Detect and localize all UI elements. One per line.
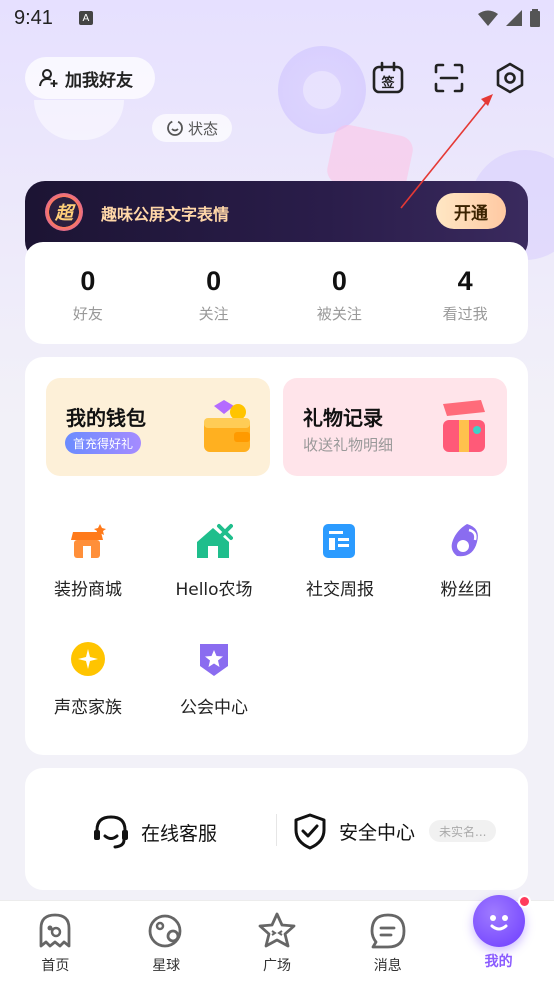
scan-button[interactable]	[431, 60, 467, 96]
gift-record-card[interactable]: 礼物记录 收送礼物明细	[283, 378, 507, 476]
stat-followers[interactable]: 0 被关注	[277, 242, 403, 344]
gift-record-subtitle: 收送礼物明细	[303, 436, 394, 454]
tab-home[interactable]: 首页	[0, 901, 111, 984]
stat-value: 0	[206, 266, 222, 296]
feature-fan-club[interactable]: 粉丝团	[403, 521, 529, 600]
stat-value: 4	[457, 266, 473, 296]
star-square-icon	[257, 911, 297, 951]
status-icons	[478, 9, 540, 27]
add-user-icon	[39, 69, 58, 87]
wallet-icon	[204, 400, 250, 452]
report-icon	[320, 521, 360, 561]
features-card: 我的钱包 首充得好礼 礼物记录 收送礼物明细 装扮商城 Hello农场 社交周报…	[25, 357, 528, 755]
stat-label: 被关注	[316, 305, 362, 323]
feature-label: Hello农场	[175, 580, 253, 600]
notification-dot	[518, 895, 532, 908]
bottom-tab-bar: 首页 星球 广场 消息 我的	[0, 895, 554, 984]
stat-visitors[interactable]: 4 看过我	[402, 242, 528, 344]
status-chip-label: 状态	[187, 119, 218, 138]
online-support-label: 在线客服	[141, 822, 218, 845]
sign-in-calendar-button[interactable]: 签	[370, 60, 406, 96]
decor-ring	[278, 46, 366, 134]
signal-icon	[506, 10, 522, 26]
status-time: 9:41	[14, 6, 53, 29]
verification-status-badge: 未实名...	[429, 820, 497, 842]
status-bar: 9:41 A	[0, 0, 554, 36]
vip-open-button[interactable]: 开通	[436, 193, 506, 229]
shop-icon	[68, 521, 108, 561]
feature-guild-center[interactable]: 公会中心	[151, 639, 277, 718]
tab-messages[interactable]: 消息	[332, 901, 443, 984]
feature-label: 粉丝团	[440, 580, 492, 600]
guild-icon	[194, 639, 234, 679]
family-icon	[68, 639, 108, 679]
headset-icon	[94, 815, 128, 849]
status-chip[interactable]: 状态	[152, 114, 232, 142]
home-ghost-icon	[35, 911, 75, 951]
gift-box-icon	[443, 400, 485, 452]
farm-icon	[194, 521, 234, 561]
tab-planet[interactable]: 星球	[111, 901, 222, 984]
first-charge-badge: 首充得好礼	[65, 432, 142, 454]
stat-friends[interactable]: 0 好友	[25, 242, 151, 344]
add-friend-button[interactable]: 加我好友	[25, 57, 155, 99]
battery-icon	[530, 9, 540, 27]
feature-hello-farm[interactable]: Hello农场	[151, 521, 277, 600]
stat-label: 好友	[72, 305, 103, 323]
tab-label: 消息	[373, 958, 402, 974]
planet-icon	[146, 911, 186, 951]
wallet-card[interactable]: 我的钱包 首充得好礼	[46, 378, 270, 476]
online-support-button[interactable]: 在线客服	[91, 812, 217, 852]
tab-label: 我的	[484, 954, 513, 970]
feature-social-weekly[interactable]: 社交周报	[277, 521, 403, 600]
service-divider	[276, 814, 277, 846]
feature-voice-family[interactable]: 声恋家族	[25, 639, 151, 718]
tab-label: 广场	[262, 958, 291, 974]
me-icon	[472, 895, 525, 947]
security-center-button[interactable]: 安全中心 未实名...	[291, 812, 497, 850]
wallet-title: 我的钱包	[66, 406, 146, 430]
gift-record-title: 礼物记录	[303, 406, 383, 430]
stat-value: 0	[80, 266, 96, 296]
settings-hexagon-icon	[496, 62, 524, 94]
vip-banner-text: 趣味公屏文字表情	[101, 205, 230, 224]
service-card: 在线客服 安全中心 未实名...	[25, 768, 528, 890]
stat-following[interactable]: 0 关注	[151, 242, 277, 344]
feature-label: 声恋家族	[54, 698, 122, 718]
sign-in-glyph: 签	[381, 76, 395, 91]
shield-check-icon	[294, 813, 326, 850]
stat-label: 关注	[198, 305, 229, 323]
wifi-icon	[478, 10, 498, 26]
tab-label: 星球	[152, 958, 181, 974]
settings-button[interactable]	[492, 60, 528, 96]
security-center-label: 安全中心	[339, 821, 416, 844]
message-icon	[368, 911, 408, 951]
stat-label: 看过我	[442, 305, 488, 323]
tab-square[interactable]: 广场	[222, 901, 333, 984]
fan-club-icon	[446, 521, 486, 561]
status-icon	[167, 120, 183, 136]
vip-badge-icon: 超	[45, 193, 83, 231]
scan-icon	[434, 63, 464, 93]
tab-label: 首页	[41, 958, 70, 974]
tab-me[interactable]: 我的	[443, 895, 554, 984]
feature-label: 装扮商城	[54, 580, 122, 600]
stat-value: 0	[331, 266, 347, 296]
feature-dress-shop[interactable]: 装扮商城	[25, 521, 151, 600]
stats-card: 0 好友 0 关注 0 被关注 4 看过我	[25, 242, 528, 344]
feature-label: 社交周报	[306, 580, 374, 600]
feature-label: 公会中心	[180, 698, 248, 718]
notification-a-icon: A	[78, 11, 93, 25]
add-friend-label: 加我好友	[65, 70, 133, 91]
